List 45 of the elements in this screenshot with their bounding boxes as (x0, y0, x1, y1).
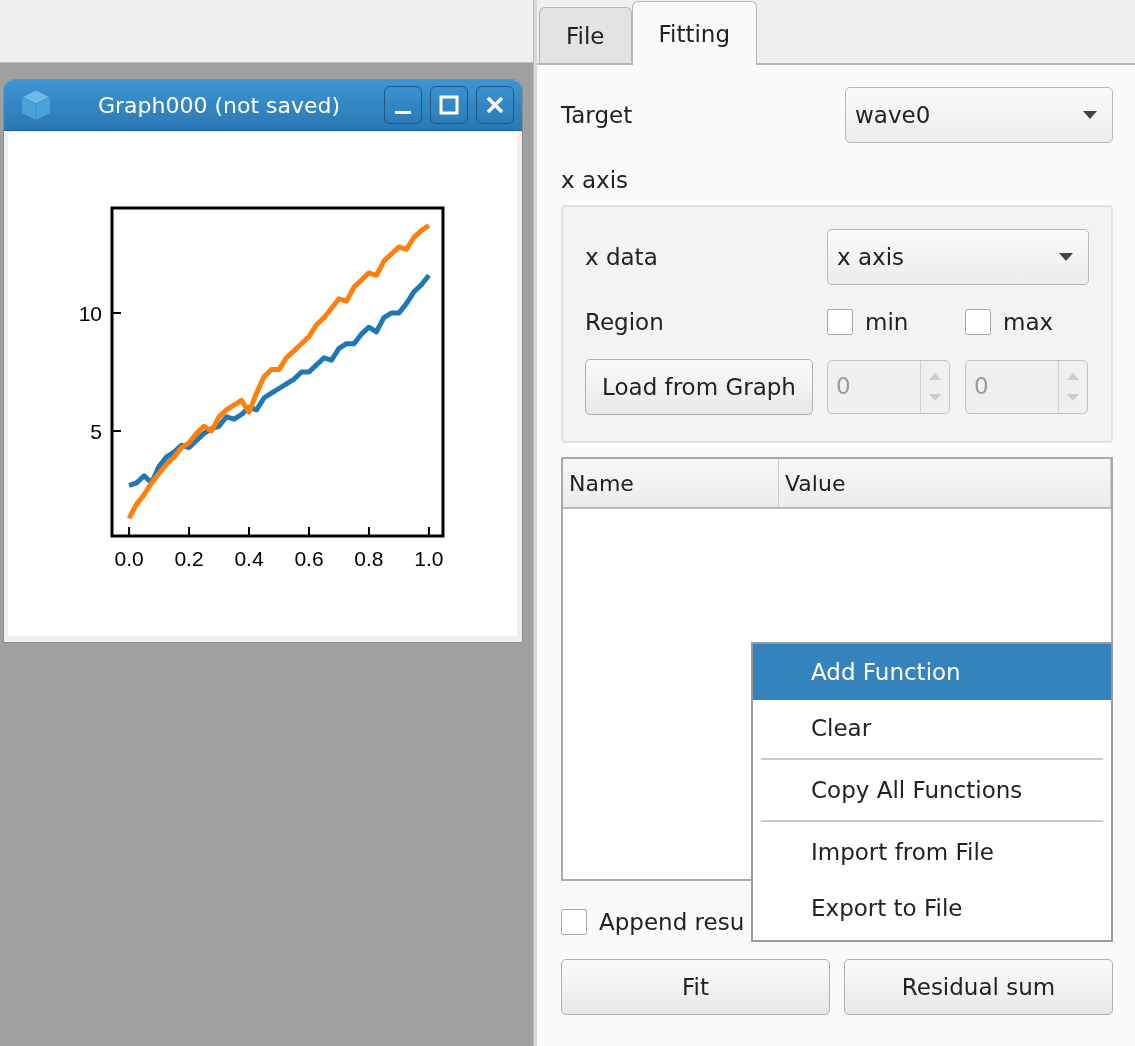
tick-mark (248, 526, 250, 537)
tab[interactable]: File (539, 7, 632, 63)
checkbox-label: Append resu (599, 909, 745, 935)
action-button[interactable]: Fit (561, 959, 830, 1015)
tick-label: 0.0 (114, 547, 144, 570)
maximize-button[interactable] (430, 86, 468, 124)
tick-mark (188, 526, 191, 537)
tick-mark (427, 526, 430, 537)
close-button[interactable] (476, 86, 514, 124)
tick-mark (367, 526, 370, 537)
menu-item[interactable]: Add Function (753, 644, 1111, 700)
field-label: x data (585, 244, 658, 270)
window-title: Graph000 (not saved) (96, 92, 342, 118)
target-dropdown[interactable]: wave0 (845, 87, 1113, 143)
minimize-button[interactable] (384, 86, 422, 124)
tick-label: 0.6 (294, 547, 324, 570)
checkbox-label: min (865, 309, 909, 335)
tick-mark (308, 526, 310, 537)
column-header[interactable]: Name (563, 459, 779, 507)
section-title: x axis (561, 167, 629, 193)
column-header[interactable]: Value (779, 459, 1111, 507)
checkbox-label: max (1003, 309, 1054, 335)
tick-label: 10 (78, 302, 102, 325)
checkbox[interactable] (827, 309, 853, 335)
field-label: Target (561, 102, 633, 128)
tick-label: 0.8 (354, 547, 384, 570)
caret-icon (1082, 110, 1098, 120)
x-data-dropdown[interactable]: x axis (827, 229, 1089, 285)
tick-mark (128, 526, 131, 537)
tick-label: 5 (90, 420, 102, 443)
action-button[interactable]: Residual sum (844, 959, 1113, 1015)
maximize-icon (439, 95, 459, 115)
checkbox[interactable] (561, 909, 587, 935)
close-icon (485, 95, 505, 115)
checkbox[interactable] (965, 309, 991, 335)
tick-label: 0.4 (234, 547, 264, 570)
tick-mark (111, 430, 122, 432)
minimize-icon (395, 110, 411, 114)
tick-label: 0.2 (174, 547, 204, 570)
field-label: Region (585, 309, 665, 335)
load-button[interactable]: Load from Graph (585, 359, 813, 415)
caret-icon (1058, 252, 1074, 262)
tick-mark (111, 312, 122, 314)
tick-label: 1.0 (414, 547, 444, 570)
tab[interactable]: Fitting (631, 1, 758, 65)
